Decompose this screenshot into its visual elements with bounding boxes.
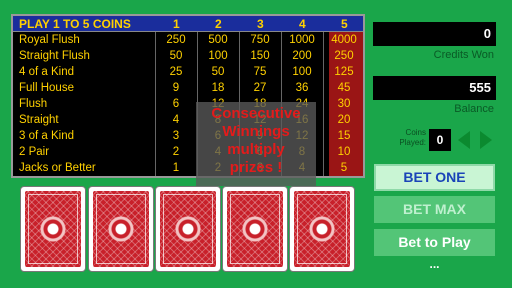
payout-value: 20 <box>337 114 351 126</box>
triangle-right-icon[interactable] <box>479 130 493 150</box>
payout-value: 27 <box>253 82 267 94</box>
consecutive-winnings-banner: Consecutive Winnings multiply prizes ! <box>196 102 316 186</box>
coins-played-label: Coins Played: <box>388 128 426 148</box>
balance-label: Balance <box>454 103 494 115</box>
hand-name: Straight <box>19 114 59 126</box>
card-1[interactable] <box>20 186 86 272</box>
coin-column-3: 3 <box>257 17 264 31</box>
bet-one-button[interactable]: BET ONE <box>374 164 495 191</box>
coins-played-label-line2: Played: <box>399 138 426 147</box>
payout-value: 50 <box>211 66 225 78</box>
payout-value: 45 <box>337 82 351 94</box>
hand-name: Royal Flush <box>19 34 80 46</box>
paytable-title: PLAY 1 TO 5 COINS <box>19 17 131 31</box>
payout-value: 50 <box>169 50 183 62</box>
banner-line: Consecutive <box>211 105 301 122</box>
payout-value: 750 <box>250 34 270 46</box>
hand-name: Flush <box>19 98 48 110</box>
payout-value: 100 <box>292 66 312 78</box>
card-5[interactable] <box>289 186 355 272</box>
payout-value: 6 <box>172 98 180 110</box>
credits-won-label: Credits Won <box>433 49 494 61</box>
coins-played-value: 0 <box>429 129 451 151</box>
card-4[interactable] <box>222 186 288 272</box>
payout-value: 25 <box>169 66 183 78</box>
hand-name: 3 of a Kind <box>19 130 74 142</box>
payout-value: 250 <box>166 34 186 46</box>
payout-value: 75 <box>253 66 267 78</box>
credits-won-display: 0 <box>373 22 496 46</box>
coins-played-label-line1: Coins <box>405 128 426 137</box>
payout-value: 9 <box>172 82 180 94</box>
payout-value: 5 <box>340 162 348 174</box>
hand-name: Full House <box>19 82 74 94</box>
card-back-pattern <box>93 191 149 267</box>
triangle-left-icon[interactable] <box>457 130 471 150</box>
payout-value: 100 <box>208 50 228 62</box>
payout-value: 125 <box>334 66 354 78</box>
payout-value: 4000 <box>331 34 357 46</box>
payout-value: 10 <box>337 146 351 158</box>
payout-value: 1 <box>172 162 180 174</box>
paytable-header: PLAY 1 TO 5 COINS 1 2 3 4 5 <box>13 16 363 32</box>
hand-name: Jacks or Better <box>19 162 96 174</box>
payout-value: 30 <box>337 98 351 110</box>
coin-column-5: 5 <box>341 17 348 31</box>
banner-line: multiply <box>227 141 285 158</box>
banner-line: prizes ! <box>229 159 283 176</box>
payout-value: 1000 <box>289 34 315 46</box>
paytable-row: 4 of a Kind 25 50 75 100 125 <box>13 65 363 81</box>
card-back-pattern <box>160 191 216 267</box>
card-2[interactable] <box>88 186 154 272</box>
hand-name: 4 of a Kind <box>19 66 74 78</box>
paytable-row: Royal Flush 250 500 750 1000 4000 <box>13 33 363 49</box>
payout-value: 150 <box>250 50 270 62</box>
coin-column-1: 1 <box>173 17 180 31</box>
payout-value: 4 <box>172 114 180 126</box>
payout-value: 15 <box>337 130 351 142</box>
balance-display: 555 <box>373 76 496 100</box>
card-back-pattern <box>25 191 81 267</box>
card-3[interactable] <box>155 186 221 272</box>
hand-name: 2 Pair <box>19 146 50 158</box>
more-indicator: ... <box>429 257 440 271</box>
payout-value: 250 <box>334 50 354 62</box>
payout-value: 3 <box>172 130 180 142</box>
coin-column-2: 2 <box>215 17 222 31</box>
paytable-row: Straight Flush 50 100 150 200 250 <box>13 49 363 65</box>
payout-value: 200 <box>292 50 312 62</box>
card-back-pattern <box>294 191 350 267</box>
hand-name: Straight Flush <box>19 50 90 62</box>
coin-column-4: 4 <box>299 17 306 31</box>
banner-line: Winnings <box>222 123 290 140</box>
payout-value: 18 <box>211 82 225 94</box>
payout-value: 500 <box>208 34 228 46</box>
bet-max-button[interactable]: BET MAX <box>374 196 495 223</box>
payout-value: 36 <box>295 82 309 94</box>
payout-value: 2 <box>172 146 180 158</box>
paytable-row: Full House 9 18 27 36 45 <box>13 81 363 97</box>
bet-to-play-button[interactable]: Bet to Play <box>374 229 495 256</box>
card-back-pattern <box>227 191 283 267</box>
